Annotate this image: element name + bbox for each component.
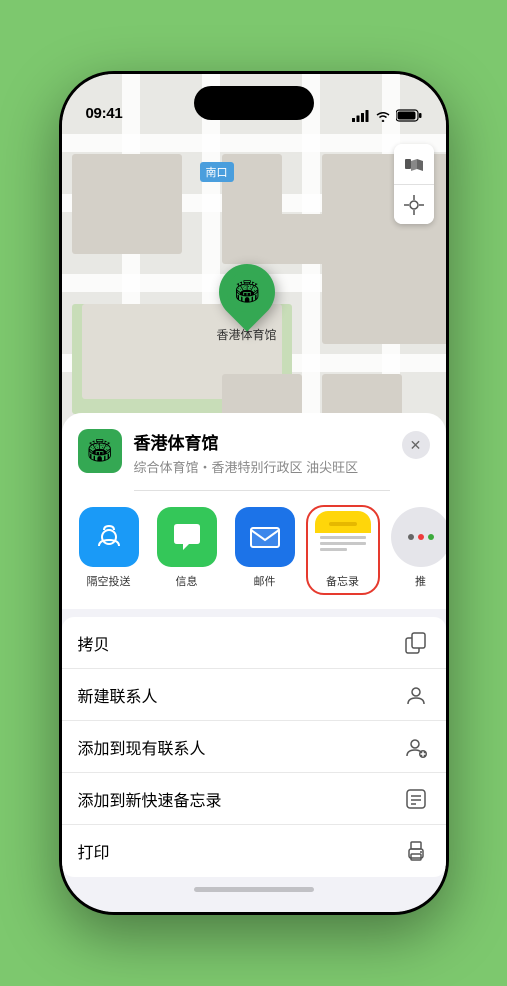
actions-list: 拷贝 新建联系人 [62, 617, 446, 877]
status-time: 09:41 [86, 105, 123, 122]
home-indicator [62, 887, 446, 892]
location-button[interactable] [394, 184, 434, 224]
print-label: 打印 [78, 839, 110, 863]
action-quick-note[interactable]: 添加到新快速备忘录 [62, 773, 446, 825]
map-entry-label: 南口 [200, 162, 234, 182]
mail-label: 邮件 [254, 573, 276, 589]
quick-note-icon [402, 785, 430, 813]
share-apps-row: 隔空投送 信息 [62, 491, 446, 609]
airdrop-label: 隔空投送 [87, 573, 131, 589]
close-button[interactable]: ✕ [402, 431, 430, 459]
status-icons [352, 109, 422, 122]
action-add-existing[interactable]: 添加到现有联系人 [62, 721, 446, 773]
airdrop-icon [79, 507, 139, 567]
print-icon [402, 837, 430, 865]
share-notes[interactable]: 备忘录 [308, 507, 378, 593]
new-contact-label: 新建联系人 [78, 683, 158, 707]
action-new-contact[interactable]: 新建联系人 [62, 669, 446, 721]
location-info: 香港体育馆 综合体育馆・香港特别行政区 油尖旺区 [134, 429, 390, 491]
copy-label: 拷贝 [78, 631, 110, 655]
map-type-button[interactable] [394, 144, 434, 184]
notes-label: 备忘录 [326, 573, 359, 589]
dynamic-island [194, 86, 314, 120]
bottom-sheet: 🏟 香港体育馆 综合体育馆・香港特别行政区 油尖旺区 ✕ [62, 413, 446, 912]
add-existing-label: 添加到现有联系人 [78, 735, 206, 759]
battery-icon [396, 109, 422, 122]
wifi-icon [375, 110, 391, 122]
location-header: 🏟 香港体育馆 综合体育馆・香港特别行政区 油尖旺区 ✕ [62, 413, 446, 491]
signal-icon [352, 110, 370, 122]
mail-icon [235, 507, 295, 567]
add-existing-icon [402, 733, 430, 761]
share-messages[interactable]: 信息 [152, 507, 222, 593]
location-icon: 🏟 [78, 429, 122, 473]
action-print[interactable]: 打印 [62, 825, 446, 877]
notes-app-icon [315, 511, 371, 567]
copy-icon [402, 629, 430, 657]
more-icon [391, 507, 446, 567]
phone-frame: 09:41 [59, 71, 449, 915]
more-label: 推 [415, 573, 426, 589]
location-name: 香港体育馆 [134, 429, 390, 454]
messages-label: 信息 [176, 573, 198, 589]
share-airdrop[interactable]: 隔空投送 [74, 507, 144, 593]
share-more[interactable]: 推 [386, 507, 446, 593]
location-subtitle: 综合体育馆・香港特别行政区 油尖旺区 [134, 457, 390, 476]
share-mail[interactable]: 邮件 [230, 507, 300, 593]
messages-icon [157, 507, 217, 567]
phone-screen: 09:41 [62, 74, 446, 912]
quick-note-label: 添加到新快速备忘录 [78, 787, 222, 811]
new-contact-icon [402, 681, 430, 709]
map-controls [394, 144, 434, 224]
map-pin: 🏟 香港体育馆 [217, 264, 277, 343]
action-copy[interactable]: 拷贝 [62, 617, 446, 669]
